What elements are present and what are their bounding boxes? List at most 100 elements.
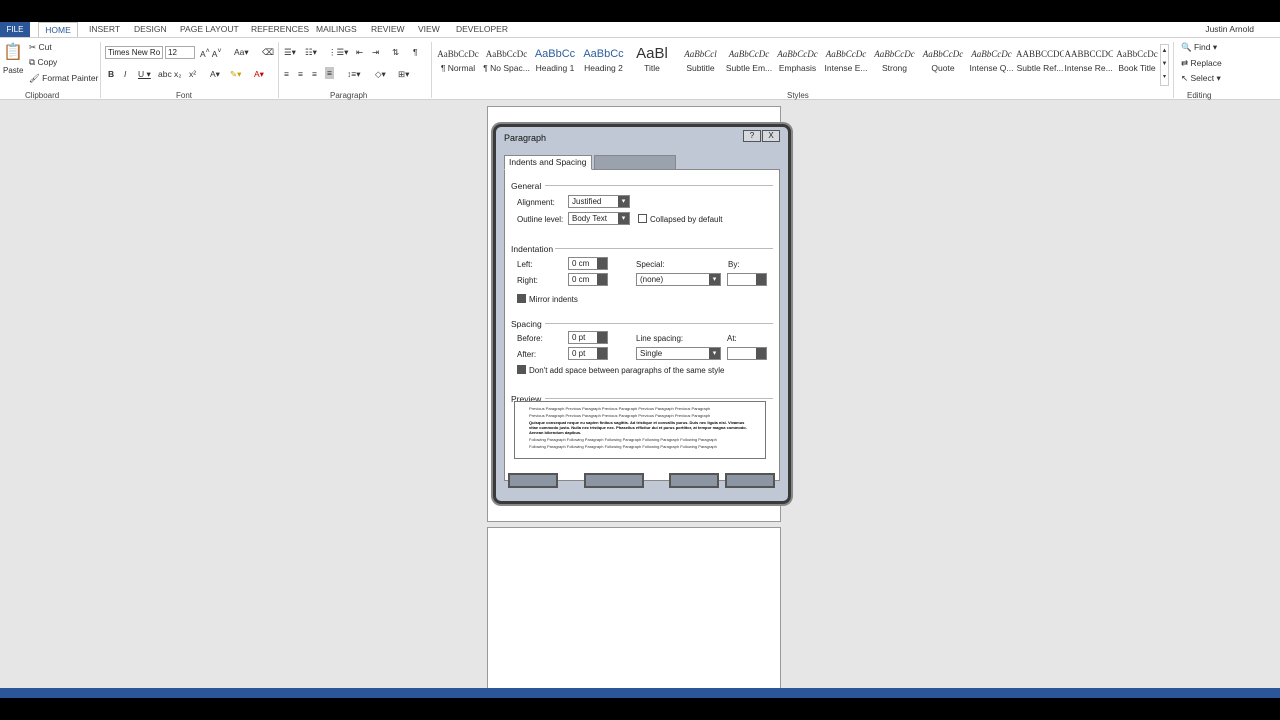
close-button[interactable]: X [762, 130, 780, 142]
decrease-indent-icon[interactable]: ⇤ [356, 47, 363, 58]
style-item[interactable]: AaBl Title [628, 46, 676, 80]
numbering-icon[interactable]: ☷▾ [305, 47, 317, 58]
text-effects-icon[interactable]: A▾ [210, 69, 220, 80]
clear-format-icon[interactable]: ⌫ [262, 47, 274, 58]
after-spacing-input[interactable]: 0 pt [568, 347, 608, 360]
style-item[interactable]: AaBbCcDc Intense Q... [968, 46, 1016, 80]
style-item[interactable]: AaBbCcDc Strong [871, 46, 919, 80]
align-center-icon[interactable]: ≡ [298, 69, 303, 79]
chevron-down-icon[interactable]: ▾ [618, 213, 629, 224]
copy-button[interactable]: ⧉ Copy [29, 57, 57, 68]
tab-view[interactable]: VIEW [418, 24, 440, 34]
tab-mailings[interactable]: MAILINGS [316, 24, 357, 34]
at-input[interactable] [727, 347, 767, 360]
tab-references[interactable]: REFERENCES [251, 24, 309, 34]
font-name-select[interactable]: Times New Ro [105, 46, 163, 59]
right-indent-input[interactable]: 0 cm [568, 273, 608, 286]
tab-home[interactable]: HOME [38, 22, 78, 38]
spinner-icon[interactable] [597, 348, 607, 359]
change-case-icon[interactable]: Aa▾ [234, 47, 249, 58]
spinner-icon[interactable] [597, 258, 607, 269]
style-item[interactable]: AABBCCDC Intense Re... [1065, 46, 1113, 80]
italic-icon[interactable]: I [124, 69, 126, 79]
increase-indent-icon[interactable]: ⇥ [372, 47, 379, 58]
font-color-icon[interactable]: A▾ [254, 69, 264, 80]
shading-icon[interactable]: ◇▾ [375, 69, 386, 80]
spinner-icon[interactable] [756, 274, 766, 285]
justify-icon[interactable]: ≡ [325, 67, 334, 79]
outline-level-select[interactable]: Body Text ▾ [568, 212, 630, 225]
style-item[interactable]: AaBbCcl Subtitle [677, 46, 725, 80]
strikethrough-icon[interactable]: abc [158, 69, 172, 79]
spinner-icon[interactable] [597, 274, 607, 285]
align-right-icon[interactable]: ≡ [312, 69, 317, 79]
left-indent-input[interactable]: 0 cm [568, 257, 608, 270]
subscript-icon[interactable]: x₂ [174, 69, 182, 79]
borders-icon[interactable]: ⊞▾ [398, 69, 409, 80]
style-item[interactable]: AaBbCcDc ¶ No Spac... [483, 46, 531, 80]
dont-add-space-checkbox[interactable] [517, 365, 526, 374]
style-item[interactable]: AaBbCcDc Quote [919, 46, 967, 80]
before-spacing-input[interactable]: 0 pt [568, 331, 608, 344]
line-spacing-icon[interactable]: ↕≡▾ [347, 69, 360, 80]
tabs-button[interactable] [508, 473, 558, 488]
set-as-default-button[interactable] [584, 473, 644, 488]
style-preview: AABBCCDC [1064, 49, 1113, 59]
style-item[interactable]: AaBbCcDc Book Title [1113, 46, 1161, 80]
underline-icon[interactable]: U ▾ [138, 69, 151, 80]
styles-scroll[interactable]: ▲ ▼ ▾ [1160, 44, 1169, 86]
tab-line-and-page-breaks[interactable] [594, 155, 676, 170]
pilcrow-icon[interactable]: ¶ [413, 47, 418, 57]
brush-icon: 🖌 [29, 73, 40, 83]
tab-insert[interactable]: INSERT [89, 24, 120, 34]
paste-icon[interactable]: 📋 [3, 42, 23, 62]
style-item[interactable]: AaBbCcDc Intense E... [822, 46, 870, 80]
tab-review[interactable]: REVIEW [371, 24, 405, 34]
cut-button[interactable]: ✂ Cut [29, 42, 52, 53]
grow-font-icon[interactable]: A˄ A˅ [200, 47, 222, 59]
chevron-down-icon[interactable]: ▾ [709, 348, 720, 359]
align-left-icon[interactable]: ≡ [284, 69, 289, 79]
paste-button[interactable]: Paste [3, 66, 23, 75]
format-painter-button[interactable]: 🖌 Format Painter [29, 73, 98, 84]
collapsed-checkbox[interactable] [638, 214, 647, 223]
style-item[interactable]: AaBbCcDc ¶ Normal [434, 46, 482, 80]
tab-developer[interactable]: DEVELOPER [456, 24, 508, 34]
document-page[interactable] [487, 527, 781, 697]
find-button[interactable]: 🔍 Find ▾ [1181, 42, 1217, 53]
tab-indents-and-spacing[interactable]: Indents and Spacing [504, 155, 592, 170]
replace-button[interactable]: ⇄ Replace [1181, 58, 1222, 69]
highlight-icon[interactable]: ✎▾ [230, 69, 241, 80]
by-input[interactable] [727, 273, 767, 286]
tab-page-layout[interactable]: PAGE LAYOUT [180, 24, 239, 34]
ok-button[interactable] [669, 473, 719, 488]
sort-icon[interactable]: ⇅ [392, 47, 399, 58]
tab-file[interactable]: FILE [0, 22, 30, 37]
spinner-icon[interactable] [756, 348, 766, 359]
bullets-icon[interactable]: ☰▾ [284, 47, 296, 58]
style-preview: AaBbCcDc [485, 49, 528, 59]
select-button[interactable]: ↖ Select ▾ [1181, 73, 1221, 84]
style-label: ¶ Normal [440, 63, 476, 73]
style-item[interactable]: AaBbCcDc Emphasis [774, 46, 822, 80]
style-item[interactable]: AaBbCc Heading 1 [531, 46, 579, 80]
chevron-down-icon[interactable]: ▾ [618, 196, 629, 207]
style-item[interactable]: AaBbCcDc Subtle Em... [725, 46, 773, 80]
tab-design[interactable]: DESIGN [134, 24, 167, 34]
cancel-button[interactable] [725, 473, 775, 488]
help-button[interactable]: ? [743, 130, 761, 142]
multilevel-list-icon[interactable]: ⋮☰▾ [328, 47, 348, 58]
after-label: After: [517, 350, 537, 359]
spinner-icon[interactable] [597, 332, 607, 343]
special-select[interactable]: (none) ▾ [636, 273, 721, 286]
alignment-select[interactable]: Justified ▾ [568, 195, 630, 208]
chevron-down-icon[interactable]: ▾ [709, 274, 720, 285]
style-item[interactable]: AaBbCc Heading 2 [580, 46, 628, 80]
mirror-indents-checkbox[interactable] [517, 294, 526, 303]
style-item[interactable]: AABBCCDC Subtle Ref... [1016, 46, 1064, 80]
font-size-select[interactable]: 12 [165, 46, 195, 59]
superscript-icon[interactable]: x² [189, 69, 196, 79]
bold-icon[interactable]: B [108, 69, 114, 79]
line-spacing-select[interactable]: Single ▾ [636, 347, 721, 360]
user-name[interactable]: Justin Arnold [1205, 24, 1254, 34]
